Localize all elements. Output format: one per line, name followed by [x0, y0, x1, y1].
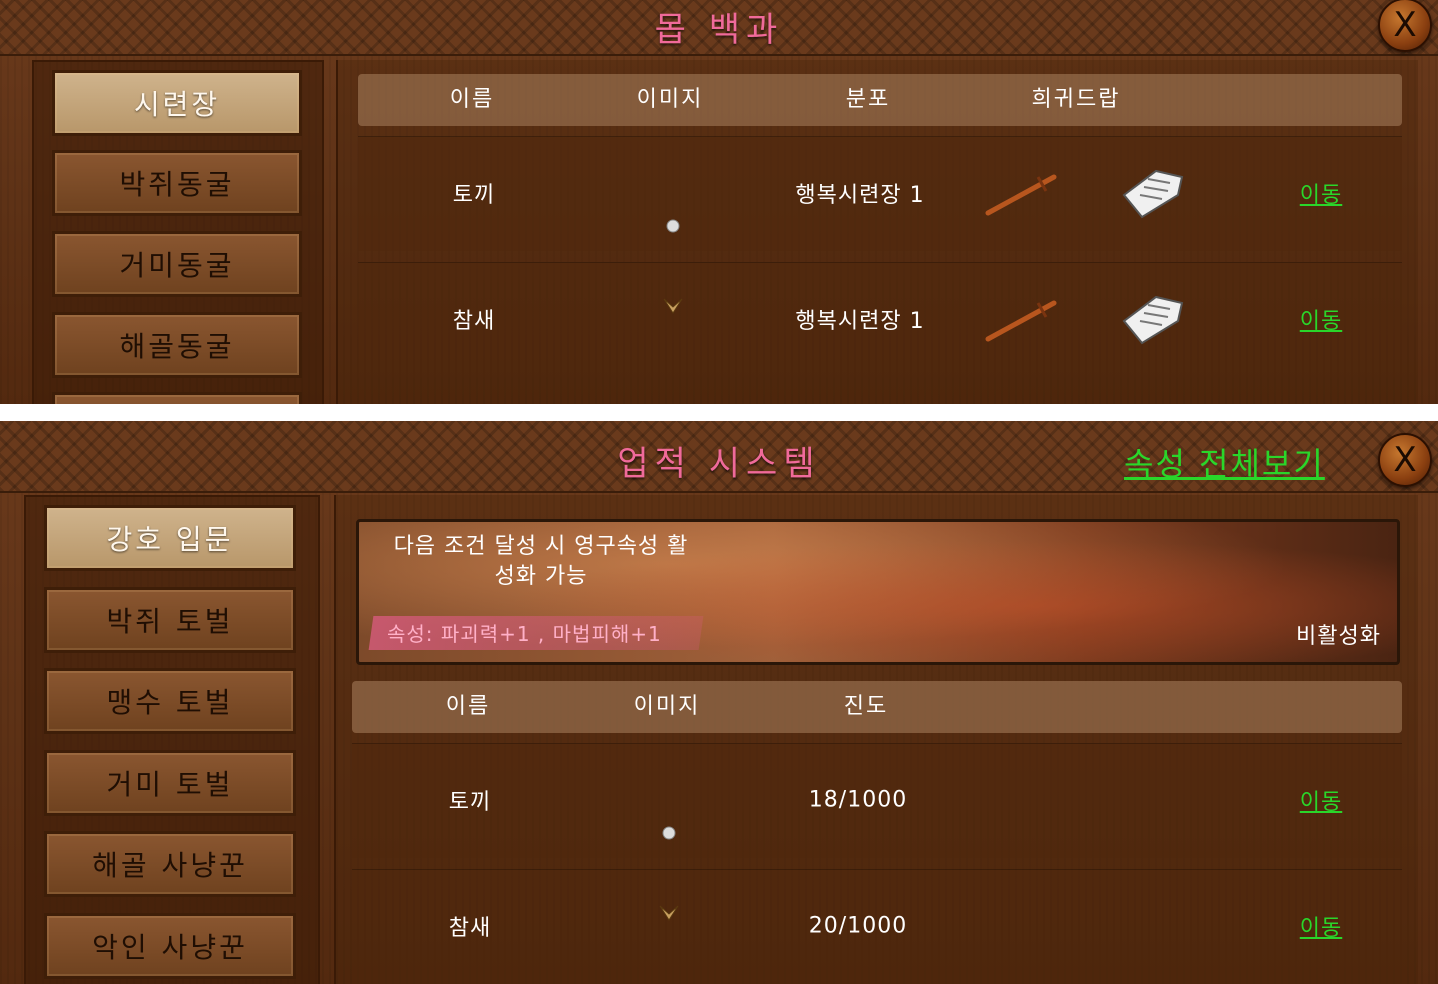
close-button[interactable]: X: [1378, 0, 1432, 52]
sidebar-item-novice[interactable]: 강호 입문: [44, 505, 296, 571]
sword-drop-icon[interactable]: [982, 295, 1062, 345]
header-distribution: 분포: [845, 87, 891, 112]
header-name: 이름: [449, 87, 495, 112]
move-link[interactable]: 이동: [1300, 784, 1342, 816]
sidebar-item-skeleton-cave[interactable]: 해골동굴: [52, 312, 302, 378]
progress-value: 20/1000: [808, 913, 908, 939]
sidebar-item-spider-cave[interactable]: 거미동굴: [52, 231, 302, 297]
sidebar-item-bat-cave[interactable]: 박쥐동굴: [52, 150, 302, 216]
title-bar: 업적 시스템 속성 전체보기: [0, 421, 1438, 493]
sparrow-image-icon: [659, 905, 679, 921]
category-sidebar: 시련장 박쥐동굴 거미동굴 해골동굴: [32, 60, 324, 404]
sword-drop-icon[interactable]: [982, 169, 1062, 219]
rabbit-image-icon: [666, 219, 680, 233]
move-link[interactable]: 이동: [1300, 303, 1342, 335]
table-row: 참새 행복시련장 1 이동: [358, 262, 1402, 377]
panel-title: 몹 백과: [654, 10, 784, 50]
banner-line-1: 다음 조건 달성 시 영구속성 활: [393, 534, 689, 559]
monster-name: 토끼: [448, 790, 492, 815]
achievement-system-panel: 업적 시스템 속성 전체보기 X 강호 입문 박쥐 토벌 맹수 토벌 거미 토벌…: [0, 421, 1438, 984]
header-rare-drop: 희귀드랍: [1031, 87, 1121, 112]
close-button[interactable]: X: [1378, 433, 1432, 487]
category-sidebar: 강호 입문 박쥐 토벌 맹수 토벌 거미 토벌 해골 사냥꾼 악인 사냥꾼: [24, 495, 320, 984]
monster-name: 참새: [452, 309, 496, 334]
sidebar-item-trial-ground[interactable]: 시련장: [52, 70, 302, 136]
monster-location: 행복시련장 1: [795, 183, 925, 208]
table-row: 토끼 행복시련장 1 이동: [358, 136, 1402, 251]
view-all-attributes-link[interactable]: 속성 전체보기: [1124, 439, 1325, 485]
monster-name: 토끼: [452, 183, 496, 208]
progress-value: 18/1000: [808, 787, 908, 813]
title-bar: 몹 백과: [0, 0, 1438, 56]
achievement-list: 다음 조건 달성 시 영구속성 활 성화 가능 속성: 파괴력+1 , 마법피해…: [334, 495, 1418, 984]
monster-name: 참새: [448, 916, 492, 941]
move-link[interactable]: 이동: [1300, 910, 1342, 942]
rabbit-image-icon: [662, 826, 676, 840]
sidebar-item-skeleton-hunter[interactable]: 해골 사냥꾼: [44, 831, 296, 897]
table-row: 참새 20/1000 이동: [352, 869, 1402, 984]
sidebar-item-beast-hunt[interactable]: 맹수 토벌: [44, 668, 296, 734]
banner-condition-text: 다음 조건 달성 시 영구속성 활 성화 가능: [381, 532, 701, 592]
banner-line-2: 성화 가능: [494, 564, 588, 589]
sidebar-item-villain-hunter[interactable]: 악인 사냥꾼: [44, 913, 296, 979]
sidebar-item-bat-hunt[interactable]: 박쥐 토벌: [44, 587, 296, 653]
achievement-banner: 다음 조건 달성 시 영구속성 활 성화 가능 속성: 파괴력+1 , 마법피해…: [356, 519, 1400, 665]
monster-location: 행복시련장 1: [795, 309, 925, 334]
header-image: 이미지: [633, 694, 701, 719]
sidebar-item-partial[interactable]: [52, 392, 302, 404]
banner-attributes: 속성: 파괴력+1 , 마법피해+1: [387, 622, 662, 646]
glove-drop-icon[interactable]: [1118, 165, 1188, 221]
table-header: 이름 이미지 진도: [352, 681, 1402, 733]
glove-drop-icon[interactable]: [1118, 291, 1188, 347]
header-image: 이미지: [636, 87, 704, 112]
monster-list: 이름 이미지 분포 희귀드랍 토끼 행복시련장 1 이동 참새 행복시련장 1 …: [336, 60, 1418, 404]
table-header: 이름 이미지 분포 희귀드랍: [358, 74, 1402, 126]
panel-divider: [0, 404, 1438, 421]
monster-encyclopedia-panel: 몹 백과 X 시련장 박쥐동굴 거미동굴 해골동굴 이름 이미지 분포 희귀드랍…: [0, 0, 1438, 404]
sparrow-image-icon: [663, 298, 683, 314]
activation-status: 비활성화: [1296, 624, 1381, 649]
header-name: 이름: [445, 694, 491, 719]
table-row: 토끼 18/1000 이동: [352, 743, 1402, 858]
sidebar-item-spider-hunt[interactable]: 거미 토벌: [44, 750, 296, 816]
header-progress: 진도: [843, 694, 889, 719]
move-link[interactable]: 이동: [1300, 177, 1342, 209]
